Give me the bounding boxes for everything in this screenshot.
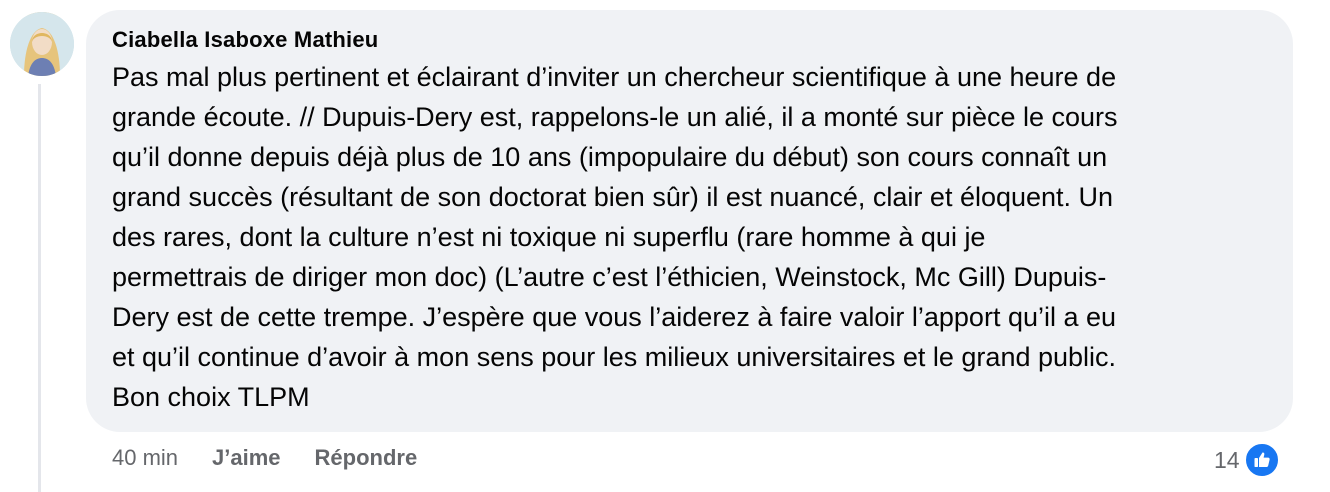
like-button[interactable]: J’aime bbox=[212, 444, 281, 472]
reply-button[interactable]: Répondre bbox=[315, 444, 418, 472]
comment-actions: 40 min J’aime Répondre bbox=[112, 444, 417, 472]
reaction-summary[interactable]: 14 bbox=[1214, 442, 1280, 478]
comment-author[interactable]: Ciabella Isaboxe Mathieu bbox=[112, 27, 1267, 53]
thread-line bbox=[38, 84, 41, 492]
reaction-count: 14 bbox=[1214, 446, 1240, 473]
avatar-image bbox=[10, 12, 74, 76]
comment-bubble: Ciabella Isaboxe Mathieu Pas mal plus pe… bbox=[86, 10, 1293, 432]
comment-text: Pas mal plus pertinent et éclairant d’in… bbox=[112, 62, 1118, 412]
thumbs-up-icon bbox=[1243, 442, 1280, 478]
avatar[interactable] bbox=[10, 12, 74, 76]
comment-timestamp[interactable]: 40 min bbox=[112, 444, 178, 472]
